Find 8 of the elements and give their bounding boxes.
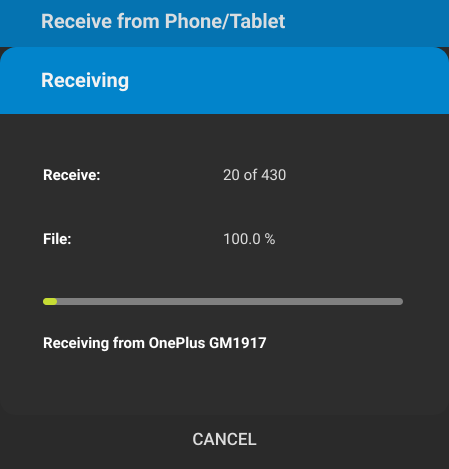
field-value: 100.0 % xyxy=(223,230,276,248)
app-bar-title: Receive from Phone/Tablet xyxy=(41,9,286,33)
field-label: Receive: xyxy=(43,166,102,184)
cancel-button[interactable]: CANCEL xyxy=(182,426,267,454)
dialog-title: Receiving xyxy=(41,68,130,92)
status-text: Receiving from OnePlus GM1917 xyxy=(43,334,267,352)
field-value: 20 of 430 xyxy=(223,166,286,184)
field-label: File: xyxy=(43,230,72,248)
